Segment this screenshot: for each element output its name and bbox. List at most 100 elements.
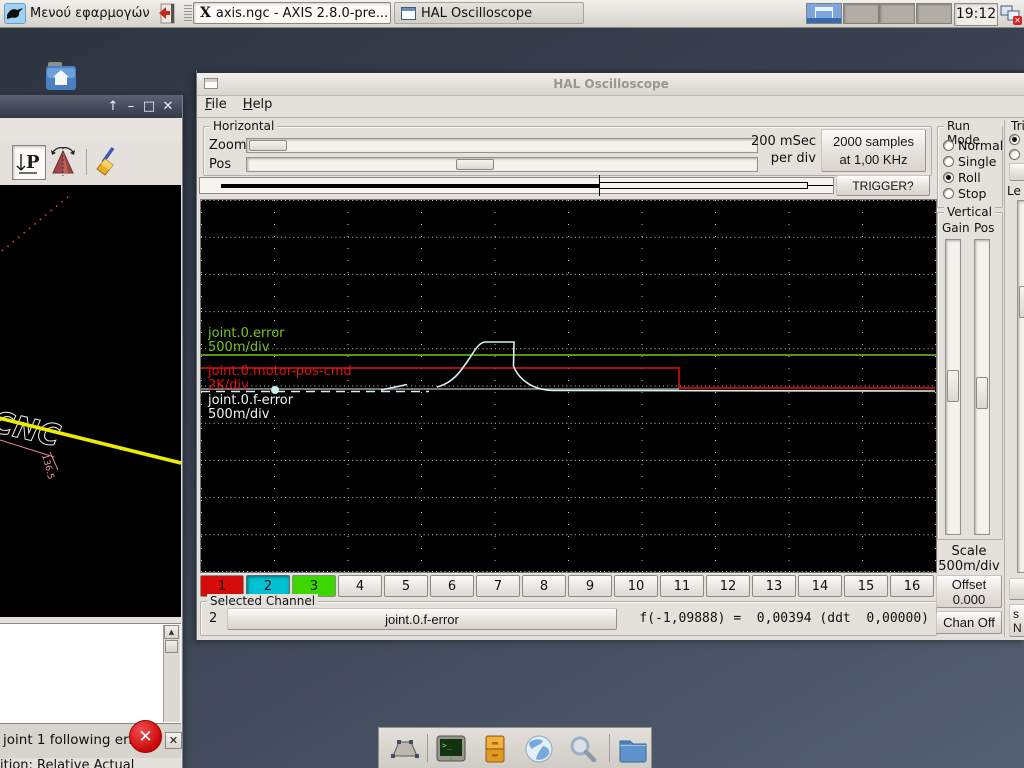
trigger-button[interactable]: TRIGGER? (836, 175, 930, 196)
clear-plot-broom-icon[interactable] (93, 145, 123, 180)
level-slider[interactable] (1017, 200, 1024, 573)
scale-label: Scale (937, 544, 1001, 559)
axis-x-icon: X (200, 5, 211, 21)
channel-button-14[interactable]: 14 (798, 575, 842, 597)
channel-button-16[interactable]: 16 (890, 575, 934, 597)
file-cabinet-icon[interactable] (479, 734, 511, 764)
web-browser-globe-icon[interactable] (523, 734, 555, 764)
channel-readout: f(-1,09888) = 0,00394 (ddt 0,00000) (621, 611, 929, 626)
hal-menubar: FileHelp (197, 95, 1024, 118)
clipped-line1: s (1013, 607, 1024, 621)
channel-source-button[interactable]: joint.0.f-error (227, 608, 617, 630)
minimize-button[interactable]: – (122, 95, 140, 118)
file-manager-folder-icon[interactable] (617, 734, 649, 764)
scope-channel-label-joint.0.error: joint.0.error500m/div (208, 327, 285, 355)
taskbar-window-axis[interactable]: X axis.ngc - AXIS 2.8.0-pre... (193, 2, 391, 24)
rotate-view-cone-icon[interactable] (48, 145, 78, 180)
gain-slider-handle[interactable] (947, 370, 959, 402)
progress-tail-line (808, 185, 833, 186)
channel-button-10[interactable]: 10 (614, 575, 658, 597)
workspace-3[interactable] (879, 3, 915, 24)
trigger-mode-radio-1[interactable] (1009, 134, 1020, 145)
channel-button-12[interactable]: 12 (706, 575, 750, 597)
channel-button-9[interactable]: 9 (568, 575, 612, 597)
gain-slider[interactable] (945, 239, 961, 535)
search-magnifier-icon[interactable] (567, 734, 599, 764)
workspace-1[interactable] (806, 3, 842, 24)
panel-grip[interactable] (188, 5, 192, 22)
clipped-button-lower[interactable]: s N (1009, 604, 1024, 637)
logout-icon[interactable] (158, 3, 176, 24)
network-status-icon[interactable]: ✕ (999, 2, 1022, 25)
axis-status-text: ition: Relative Actual (0, 758, 181, 768)
window-menu-icon[interactable] (204, 78, 218, 89)
menu-file[interactable]: File (197, 95, 235, 112)
channel-button-11[interactable]: 11 (660, 575, 704, 597)
svg-text:P: P (26, 152, 40, 173)
taskbar-window-halscope-label: HAL Oscilloscope (421, 6, 532, 21)
chan-off-button[interactable]: Chan Off (936, 611, 1002, 634)
horizontal-frame-label: Horizontal (210, 119, 277, 133)
workspace-2[interactable] (843, 3, 879, 24)
run-mode-option-label: Normal (958, 139, 1003, 153)
zoom-slider[interactable] (246, 138, 758, 153)
channel-signal-name: joint.0.error (208, 327, 285, 341)
level-slider-handle[interactable] (1019, 286, 1024, 318)
oscilloscope-display[interactable]: joint.0.error500m/divjoint.0.motor-pos-c… (200, 199, 937, 573)
taskbar: Μενού εφαρμογών X axis.ngc - AXIS 2.8.0-… (0, 0, 1024, 28)
preview-p-icon[interactable]: P (12, 145, 46, 180)
channel-button-6[interactable]: 6 (430, 575, 474, 597)
vpos-slider[interactable] (974, 239, 990, 535)
channel-button-13[interactable]: 13 (752, 575, 796, 597)
applications-menu-icon[interactable] (4, 3, 26, 24)
axis-preview-plot[interactable]: CNC 136.5 (0, 185, 181, 617)
toolbar-separator (86, 149, 87, 175)
channel-scale: 500m/div (208, 341, 285, 355)
show-desktop-icon[interactable] (389, 734, 421, 764)
scrollbar[interactable]: ▲ (163, 625, 180, 722)
workspace-4[interactable] (916, 3, 952, 24)
offset-button[interactable]: Offset 0.000 (936, 575, 1002, 608)
error-close-button[interactable]: ✕ (165, 732, 182, 749)
channel-button-4[interactable]: 4 (338, 575, 382, 597)
terminal-icon[interactable]: >_ (435, 734, 467, 764)
pos-slider[interactable] (246, 157, 758, 172)
taskbar-window-halscope[interactable]: HAL Oscilloscope (394, 2, 584, 24)
vpos-slider-handle[interactable] (976, 377, 988, 409)
run-mode-radio-stop[interactable] (943, 188, 954, 199)
trigger-source-button-clipped[interactable] (1009, 163, 1024, 181)
record-progress-bar (199, 177, 834, 194)
maximize-button[interactable]: □ (140, 95, 158, 118)
clipped-button-upper[interactable] (1009, 578, 1024, 600)
offset-value: 0.000 (943, 592, 995, 607)
applications-menu-button[interactable]: Μενού εφαρμογών (30, 0, 150, 27)
run-mode-frame: Run Mode NormalSingleRollStop (937, 126, 1003, 208)
menu-help[interactable]: Help (235, 95, 281, 112)
run-mode-radio-single[interactable] (943, 156, 954, 167)
axis-titlebar[interactable]: ↑ – □ ✕ (0, 95, 182, 118)
zoom-slider-handle[interactable] (249, 140, 287, 151)
run-mode-radio-roll[interactable] (943, 172, 954, 183)
pretrigger-outline (599, 182, 808, 189)
scrollbar-thumb[interactable] (165, 640, 178, 653)
home-folder-desktop-icon[interactable] (44, 62, 78, 92)
trigger-mode-radio-2[interactable] (1009, 149, 1020, 160)
dock-separator (609, 734, 610, 762)
scrollbar-up-arrow[interactable]: ▲ (164, 625, 179, 639)
shade-window-button[interactable]: ↑ (104, 95, 122, 118)
selected-channel-number: 2 (209, 611, 217, 626)
run-mode-radio-normal[interactable] (943, 140, 954, 151)
channel-button-5[interactable]: 5 (384, 575, 428, 597)
channel-scale: 2K/div (208, 379, 352, 393)
samples-button[interactable]: 2000 samples at 1,00 KHz (821, 129, 926, 172)
hal-titlebar[interactable]: HAL Oscilloscope (197, 73, 1024, 96)
channel-button-7[interactable]: 7 (476, 575, 520, 597)
close-button[interactable]: ✕ (159, 95, 177, 118)
channel-scale: 500m/div (208, 408, 293, 422)
selected-channel-frame: Selected Channel 2 joint.0.f-error f(-1,… (200, 601, 937, 636)
channel-button-15[interactable]: 15 (844, 575, 888, 597)
channel-button-8[interactable]: 8 (522, 575, 566, 597)
scope-channel-label-joint.0.f-error: joint.0.f-error500m/div (208, 394, 293, 422)
pos-slider-handle[interactable] (456, 159, 494, 170)
pos-label: Pos (209, 158, 231, 172)
